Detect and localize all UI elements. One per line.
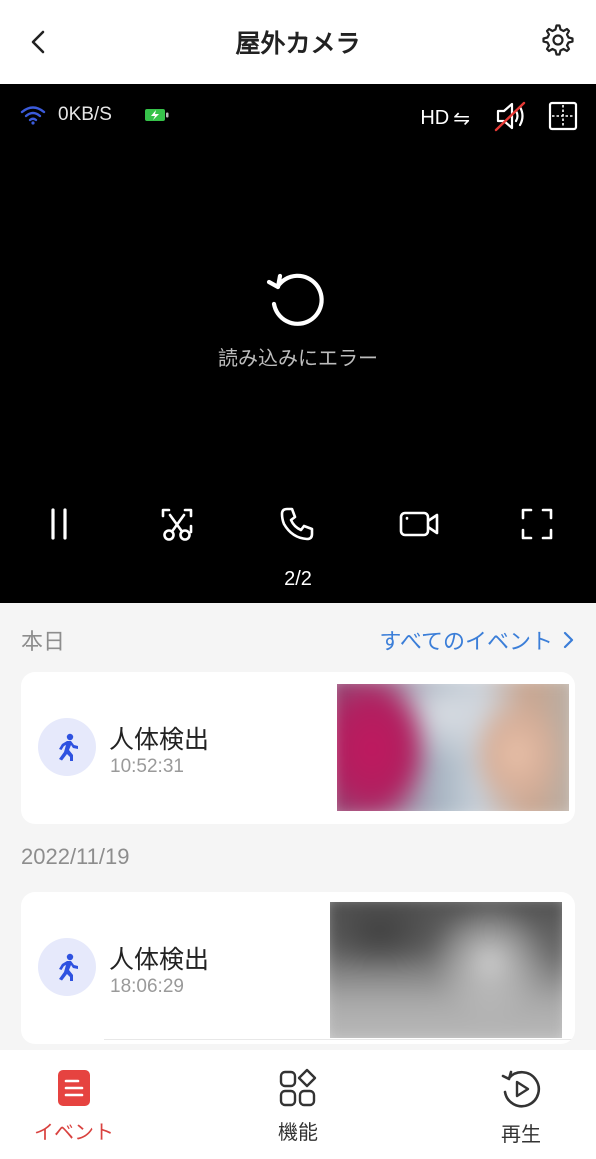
- event-card[interactable]: 人体検出 10:52:31: [21, 672, 575, 824]
- reload-button[interactable]: [262, 264, 330, 332]
- screenshot-button[interactable]: [155, 502, 199, 546]
- network-speed: 0KB/S: [58, 104, 112, 125]
- chevron-right-icon: [563, 631, 574, 649]
- back-button[interactable]: [22, 24, 58, 60]
- top-bar: 屋外カメラ: [0, 0, 596, 84]
- swap-arrows-icon: ⇋: [453, 107, 470, 130]
- reload-icon: [266, 273, 324, 326]
- page-title: 屋外カメラ: [235, 29, 361, 58]
- event-type-badge: [38, 938, 96, 996]
- chevron-left-icon: [31, 30, 45, 54]
- split-view-toggle[interactable]: [548, 101, 578, 135]
- bottom-navigation: イベント 機能 再生: [0, 1050, 596, 1159]
- section-header-date: 2022/11/19: [21, 844, 575, 870]
- record-button[interactable]: [397, 502, 441, 546]
- event-time: 10:52:31: [110, 756, 184, 777]
- gear-icon: [542, 24, 574, 56]
- error-message: 読み込みにエラー: [218, 346, 378, 370]
- event-card[interactable]: 人体検出 18:06:29: [21, 892, 575, 1044]
- speaker-muted-icon: [494, 101, 526, 132]
- connection-status: 0KB/S: [20, 104, 170, 126]
- quality-toggle[interactable]: HD ⇋: [420, 106, 470, 131]
- nav-label: イベント: [34, 1120, 114, 1144]
- all-events-link[interactable]: すべてのイベント: [379, 624, 575, 656]
- camera-page-indicator: 2/2: [284, 568, 312, 590]
- section-header-today: 本日 すべてのイベント: [21, 624, 575, 656]
- nav-item-playback[interactable]: 再生: [461, 1068, 581, 1147]
- playback-history-icon: [501, 1070, 541, 1108]
- event-thumbnail[interactable]: [330, 902, 562, 1038]
- divider: [104, 1039, 575, 1040]
- pause-button[interactable]: [37, 502, 81, 546]
- mute-toggle[interactable]: [492, 100, 528, 136]
- nav-item-functions[interactable]: 機能: [238, 1068, 358, 1145]
- live-video-view[interactable]: 0KB/S HD ⇋ 読み込みにエラー 2/2: [0, 84, 596, 603]
- nav-label: 再生: [501, 1122, 541, 1146]
- all-events-label: すべてのイベント: [379, 630, 553, 655]
- battery-charging-icon: [144, 109, 169, 121]
- pause-icon: [51, 508, 67, 540]
- event-title: 人体検出: [109, 725, 210, 754]
- event-list-icon: [58, 1070, 90, 1106]
- running-person-icon: [59, 733, 78, 761]
- event-title: 人体検出: [109, 945, 210, 974]
- video-toolbar: HD ⇋: [420, 100, 578, 136]
- event-type-badge: [38, 718, 96, 776]
- playback-controls: [0, 502, 596, 546]
- record-video-icon: [399, 511, 439, 537]
- section-date: 本日: [21, 629, 66, 654]
- apps-grid-icon: [279, 1068, 317, 1107]
- quality-label: HD: [420, 106, 450, 129]
- phone-icon: [280, 507, 314, 541]
- settings-button[interactable]: [540, 22, 576, 58]
- talk-button[interactable]: [275, 502, 319, 546]
- nav-item-events[interactable]: イベント: [14, 1068, 134, 1145]
- running-person-icon: [59, 953, 78, 981]
- grid-icon: [548, 101, 578, 131]
- event-thumbnail[interactable]: [337, 684, 569, 811]
- fullscreen-button[interactable]: [515, 502, 559, 546]
- event-time: 18:06:29: [110, 976, 184, 997]
- wifi-icon: [20, 106, 46, 125]
- fullscreen-icon: [521, 508, 553, 540]
- nav-label: 機能: [278, 1120, 318, 1144]
- section-date: 2022/11/19: [21, 844, 130, 869]
- screenshot-icon: [161, 508, 193, 541]
